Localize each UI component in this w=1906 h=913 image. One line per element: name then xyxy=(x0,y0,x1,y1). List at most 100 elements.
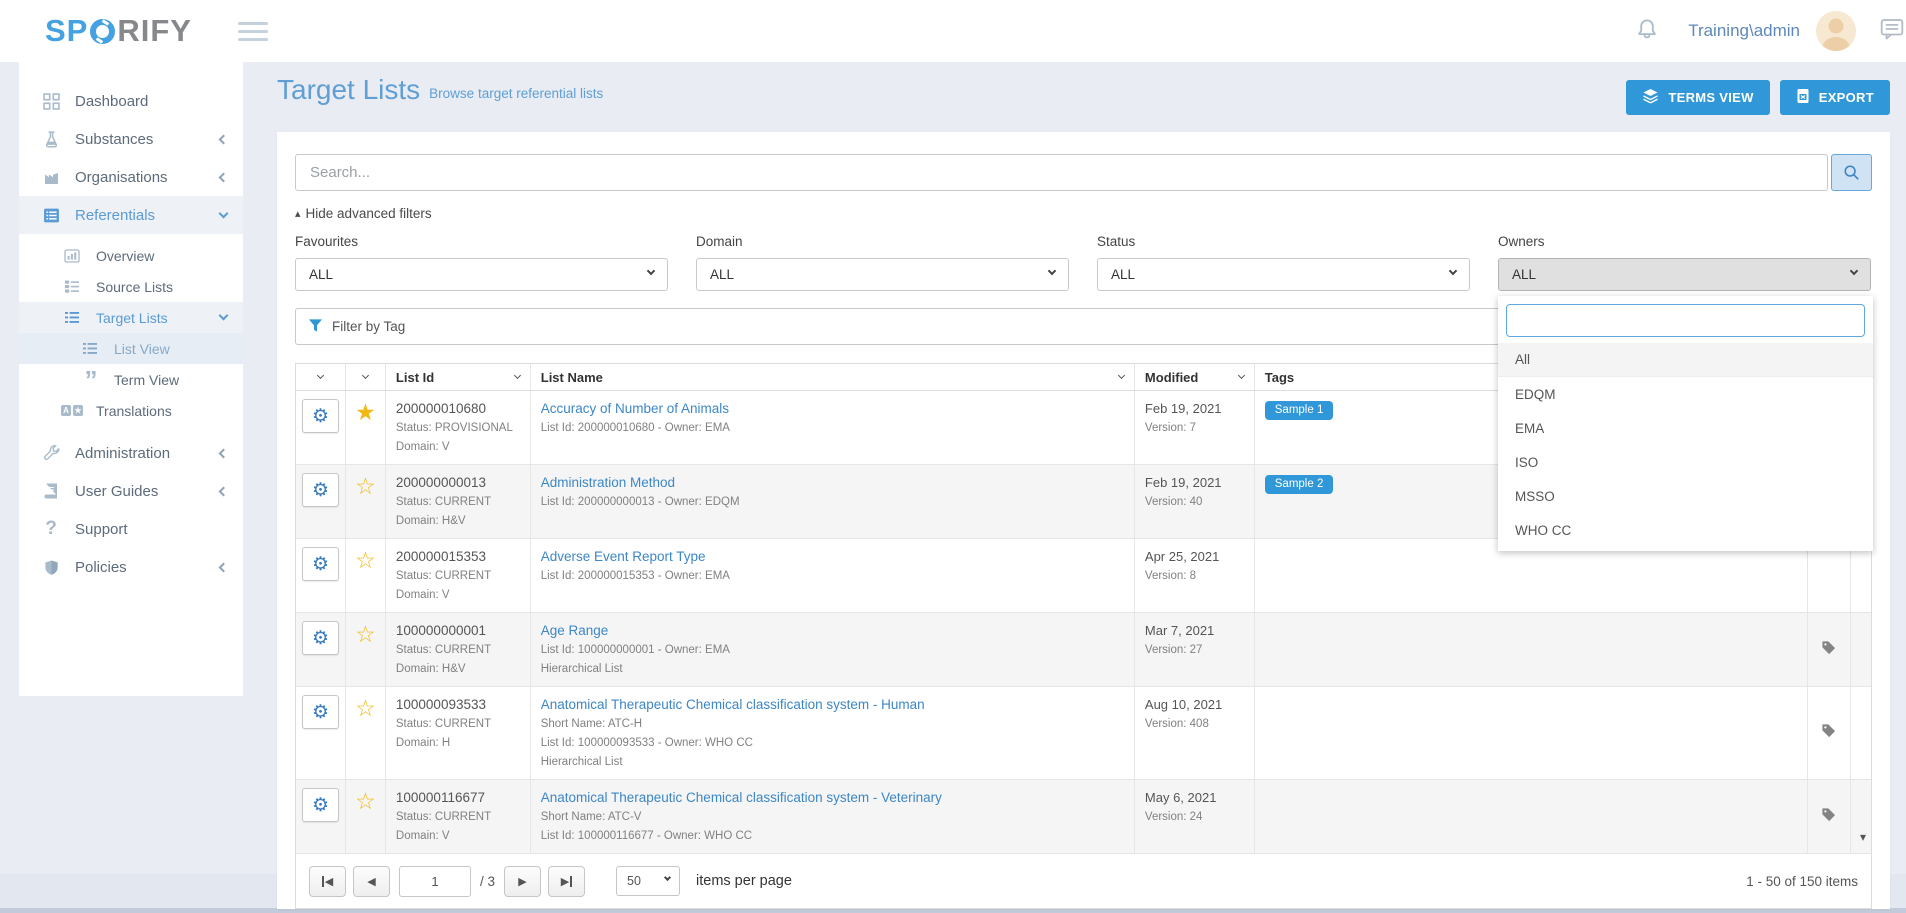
owners-option-edqm[interactable]: EDQM xyxy=(1506,377,1865,411)
sidebar-item-support[interactable]: ? Support xyxy=(19,510,243,548)
sidebar-item-substances[interactable]: Substances xyxy=(19,120,243,158)
list-name-link[interactable]: Accuracy of Number of Animals xyxy=(541,399,729,418)
sidebar-item-list-view[interactable]: List View xyxy=(19,333,243,364)
list-short-name: Short Name: ATC-H xyxy=(541,716,1124,733)
sidebar-item-overview[interactable]: Overview xyxy=(19,240,243,271)
page-header: Target Lists Browse target referential l… xyxy=(277,74,1890,115)
row-actions-button[interactable]: ⚙ xyxy=(302,695,339,729)
list-name-link[interactable]: Age Range xyxy=(541,621,609,640)
owners-option-iso[interactable]: ISO xyxy=(1506,445,1865,479)
sidebar-item-administration[interactable]: Administration xyxy=(19,434,243,472)
bar-chart-icon xyxy=(61,249,83,263)
user-avatar[interactable] xyxy=(1816,11,1856,51)
page-number-input[interactable] xyxy=(399,866,471,897)
pagination-bar: ◀ ◀ / 3 ▶ ▶ 50 items per page 1 - 50 of … xyxy=(296,853,1871,908)
quotes-icon: ” xyxy=(79,375,101,385)
row-actions-button[interactable]: ⚙ xyxy=(302,399,339,433)
previous-page-button[interactable]: ◀ xyxy=(353,866,390,897)
favourite-star-filled-icon[interactable]: ★ xyxy=(355,399,376,456)
export-button[interactable]: EXPORT xyxy=(1780,80,1890,115)
list-name-link[interactable]: Anatomical Therapeutic Chemical classifi… xyxy=(541,695,925,714)
hide-advanced-filters-toggle[interactable]: ▴ Hide advanced filters xyxy=(295,206,432,221)
top-bar: SPRIFY Training\admin xyxy=(0,0,1906,62)
favourite-star-outline-icon[interactable]: ☆ xyxy=(355,473,376,530)
sidebar-item-referentials[interactable]: Referentials xyxy=(19,196,243,234)
sidebar-item-source-lists[interactable]: Source Lists xyxy=(19,271,243,302)
table-row: ⚙ ☆ 100000093533 Status: CURRENT Domain:… xyxy=(296,687,1871,780)
sporify-logo[interactable]: SPRIFY xyxy=(45,13,192,49)
first-page-button[interactable]: ◀ xyxy=(309,866,346,897)
table-scrollbar-down-arrow[interactable]: ▾ xyxy=(1860,830,1866,844)
owners-filter-input[interactable] xyxy=(1506,304,1865,337)
next-page-button[interactable]: ▶ xyxy=(504,866,541,897)
terms-view-button[interactable]: TERMS VIEW xyxy=(1626,80,1769,115)
modified-date: Aug 10, 2021 xyxy=(1145,695,1244,714)
user-menu[interactable]: Training\admin xyxy=(1688,21,1800,41)
sidebar-item-term-view[interactable]: ” Term View xyxy=(19,364,243,395)
sidebar-item-translations[interactable]: A★ Translations xyxy=(19,395,243,426)
list-view-icon xyxy=(79,342,101,355)
list-name-link[interactable]: Anatomical Therapeutic Chemical classifi… xyxy=(541,788,942,807)
sidebar-item-organisations[interactable]: Organisations xyxy=(19,158,243,196)
logo-text-sp: SP xyxy=(45,13,88,49)
list-status: Status: CURRENT xyxy=(396,716,520,733)
favourite-star-outline-icon[interactable]: ☆ xyxy=(355,788,376,845)
question-mark-icon: ? xyxy=(40,518,62,540)
favourite-star-outline-icon[interactable]: ☆ xyxy=(355,621,376,678)
page-size-select[interactable]: 50 xyxy=(616,866,680,896)
chevron-down-icon xyxy=(1449,267,1457,275)
column-menu-actions[interactable] xyxy=(296,364,346,390)
column-header-list-id[interactable]: List Id xyxy=(386,364,531,390)
list-status: Status: CURRENT xyxy=(396,568,520,585)
column-header-list-name[interactable]: List Name xyxy=(531,364,1135,390)
sidebar-item-policies[interactable]: Policies xyxy=(19,548,243,586)
favourites-select[interactable]: ALL xyxy=(295,258,668,291)
items-per-page-label: items per page xyxy=(696,873,792,889)
list-details: List Id: 100000093533 - Owner: WHO CC xyxy=(541,735,1124,752)
search-input[interactable] xyxy=(295,154,1828,191)
sidebar-item-target-lists[interactable]: Target Lists xyxy=(19,302,243,333)
menu-toggle-icon[interactable] xyxy=(238,22,268,41)
domain-select[interactable]: ALL xyxy=(696,258,1069,291)
last-page-button[interactable]: ▶ xyxy=(548,866,585,897)
column-header-modified[interactable]: Modified xyxy=(1135,364,1255,390)
favourite-star-outline-icon[interactable]: ☆ xyxy=(355,695,376,771)
funnel-icon xyxy=(308,318,323,336)
list-id: 100000116677 xyxy=(396,788,520,807)
row-actions-button[interactable]: ⚙ xyxy=(302,547,339,581)
notifications-bell-icon[interactable] xyxy=(1636,17,1658,46)
owners-option-who-cc[interactable]: WHO CC xyxy=(1506,513,1865,547)
owners-select[interactable]: ALL xyxy=(1498,258,1871,291)
table-row: ⚙ ☆ 100000000001 Status: CURRENT Domain:… xyxy=(296,613,1871,687)
feedback-chat-icon[interactable] xyxy=(1880,18,1904,45)
owners-dropdown: All EDQM EMA ISO MSSO WHO CC xyxy=(1498,296,1873,551)
caret-up-icon: ▴ xyxy=(295,207,301,220)
list-id: 200000000013 xyxy=(396,473,520,492)
chevron-down-icon xyxy=(219,311,229,321)
list-domain: Domain: H&V xyxy=(396,513,520,530)
list-name-link[interactable]: Administration Method xyxy=(541,473,675,492)
book-icon xyxy=(40,483,62,499)
favourites-label: Favourites xyxy=(295,234,668,249)
chevron-down-icon xyxy=(1850,267,1858,275)
search-button[interactable] xyxy=(1831,154,1872,191)
owners-option-ema[interactable]: EMA xyxy=(1506,411,1865,445)
column-menu-favourites[interactable] xyxy=(346,364,386,390)
owners-option-msso[interactable]: MSSO xyxy=(1506,479,1865,513)
modified-date: Feb 19, 2021 xyxy=(1145,473,1244,492)
wrench-icon xyxy=(40,445,62,462)
sidebar-item-dashboard[interactable]: Dashboard xyxy=(19,82,243,120)
row-actions-button[interactable]: ⚙ xyxy=(302,621,339,655)
row-actions-button[interactable]: ⚙ xyxy=(302,473,339,507)
chevron-left-icon xyxy=(219,172,229,182)
favourite-star-outline-icon[interactable]: ☆ xyxy=(355,547,376,604)
row-actions-button[interactable]: ⚙ xyxy=(302,788,339,822)
page-total: / 3 xyxy=(480,874,495,889)
chevron-left-icon xyxy=(219,486,229,496)
owners-option-all[interactable]: All xyxy=(1498,343,1873,377)
referentials-list-icon xyxy=(40,207,62,224)
sidebar-item-user-guides[interactable]: User Guides xyxy=(19,472,243,510)
version: Version: 24 xyxy=(1145,809,1244,826)
list-name-link[interactable]: Adverse Event Report Type xyxy=(541,547,706,566)
status-select[interactable]: ALL xyxy=(1097,258,1470,291)
